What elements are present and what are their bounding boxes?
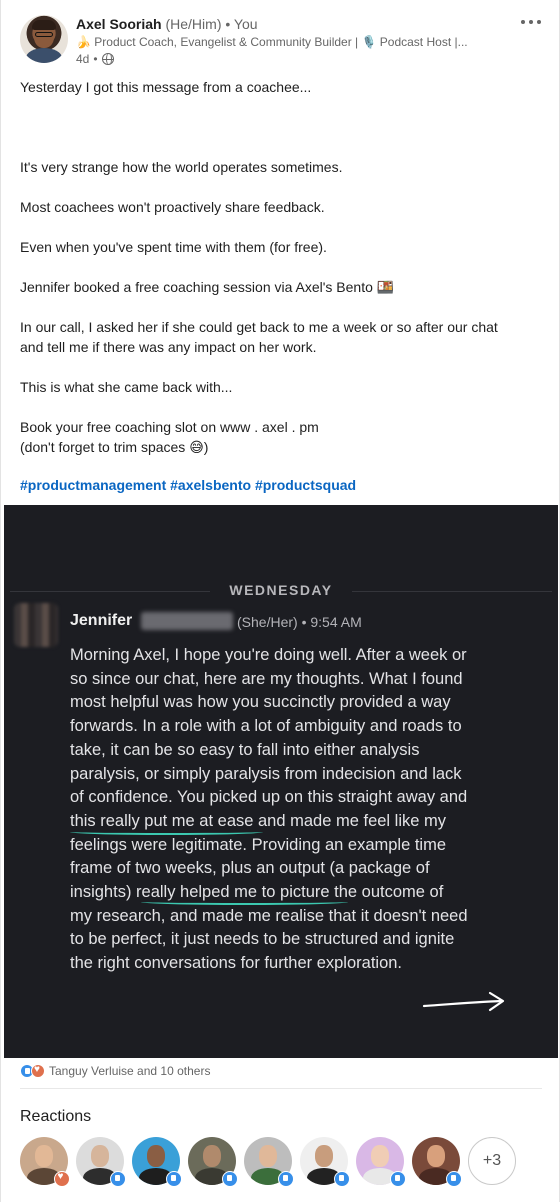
meta-separator: • [93,52,98,66]
reactor-avatar[interactable] [188,1137,238,1187]
post-age: 4d [76,52,90,66]
hashtag-link[interactable]: #axelsbento [170,477,251,493]
author-you-label: • You [225,16,258,32]
globe-icon [101,53,114,65]
like-badge-icon [166,1171,182,1187]
reactor-avatar[interactable] [244,1137,294,1187]
like-badge-icon [446,1171,462,1187]
message-line: of confidence. You picked up on this str… [70,788,468,807]
message-line: the right conversations for further expl… [70,954,403,973]
post-card: Axel Sooriah (He/Him) • You 🍌 Product Co… [0,0,560,1202]
author-avatar[interactable] [20,15,68,63]
love-badge-icon [54,1171,70,1187]
like-badge-icon [334,1171,350,1187]
like-badge-icon [110,1171,126,1187]
author-name-text[interactable]: Axel Sooriah [76,16,162,32]
like-badge-icon [390,1171,406,1187]
message-line: forwards. In a role with a lot of ambigu… [70,717,462,736]
post-line: In our call, I asked her if she could ge… [20,319,498,335]
author-name[interactable]: Axel Sooriah (He/Him) • You [76,16,258,32]
hashtag-link[interactable]: #productmanagement [20,477,166,493]
reactor-face [91,1145,109,1167]
like-badge-icon [278,1171,294,1187]
message-line: frame of two weeks, plus an output (a pa… [70,859,430,878]
reactions-count-text: Tanguy Verluise and 10 others [49,1064,211,1078]
avatar-hair [32,20,56,30]
reactor-avatar[interactable] [300,1137,350,1187]
post-line: Book your free coaching slot on www . ax… [20,419,319,435]
reactions-summary[interactable]: Tanguy Verluise and 10 others [20,1064,210,1078]
blurred-avatar [14,603,58,647]
reactor-avatar[interactable] [356,1137,406,1187]
reactor-avatar[interactable] [412,1137,462,1187]
reactor-avatar[interactable] [20,1137,70,1187]
divider [20,1088,542,1089]
you-text: You [233,16,258,32]
post-image[interactable]: WEDNESDAY Jennifer (She/Her) • 9:54 AM M… [4,505,558,1058]
post-meta: 4d • [76,52,114,66]
reactors-list: +3 [20,1137,516,1187]
dot-icon [529,20,533,24]
dot-icon [537,20,541,24]
author-headline: 🍌 Product Coach, Evangelist & Community … [76,35,468,49]
reactor-face [315,1145,333,1167]
message-line: Morning Axel, I hope you're doing well. … [70,646,467,664]
dot-icon [521,20,525,24]
post-line: This is what she came back with... [20,379,233,395]
sender-name: Jennifer [70,612,133,629]
reactor-avatar[interactable] [132,1137,182,1187]
message-line: feelings were legitimate. Providing an e… [70,835,447,854]
post-line: Most coachees won't proactively share fe… [20,199,325,215]
post-line: (don't forget to trim spaces 😅) [20,439,209,455]
post-line: Yesterday I got this message from a coac… [20,79,312,95]
message-line: to be perfect, it just needs to be struc… [70,930,455,949]
message-line: so since our chat, here are my thoughts.… [70,669,463,688]
reactor-face [147,1145,165,1167]
reactor-face [259,1145,277,1167]
message-line: take, it can be so easy to fall into eit… [70,740,420,759]
highlight-underline [70,829,263,835]
message-body: Morning Axel, I hope you're doing well. … [70,644,468,976]
like-badge-icon [222,1171,238,1187]
avatar-shirt [26,48,62,63]
arrow-right-icon [422,991,505,1012]
reactor-face [35,1145,53,1167]
message-line: paralysis, or simply paralysis from inde… [70,764,462,783]
post-line: Even when you've spent time with them (f… [20,239,327,255]
message-line: most helpful was how you succinctly prov… [70,693,451,712]
day-label: WEDNESDAY [229,582,333,598]
highlight-underline [141,899,348,905]
hashtag-link[interactable]: #productsquad [255,477,356,493]
post-line: Jennifer booked a free coaching session … [20,279,395,295]
message-line: my research, and made me realise that it… [70,906,468,925]
message-meta: (She/Her) • 9:54 AM [237,614,362,630]
author-pronouns: (He/Him) [165,16,222,32]
more-reactors-button[interactable]: +3 [468,1137,516,1185]
love-reaction-icon [31,1064,45,1078]
reactor-avatar[interactable] [76,1137,126,1187]
reactions-heading: Reactions [20,1108,92,1125]
more-options-button[interactable] [519,12,543,32]
post-line: and tell me if there was any impact on h… [20,339,317,355]
hashtags: #productmanagement #axelsbento #products… [20,477,356,493]
post-line: It's very strange how the world operates… [20,159,343,175]
reactor-face [203,1145,221,1167]
reactor-face [371,1145,389,1167]
reactor-face [427,1145,445,1167]
blurred-surname [141,612,233,630]
avatar-glasses [35,32,53,37]
